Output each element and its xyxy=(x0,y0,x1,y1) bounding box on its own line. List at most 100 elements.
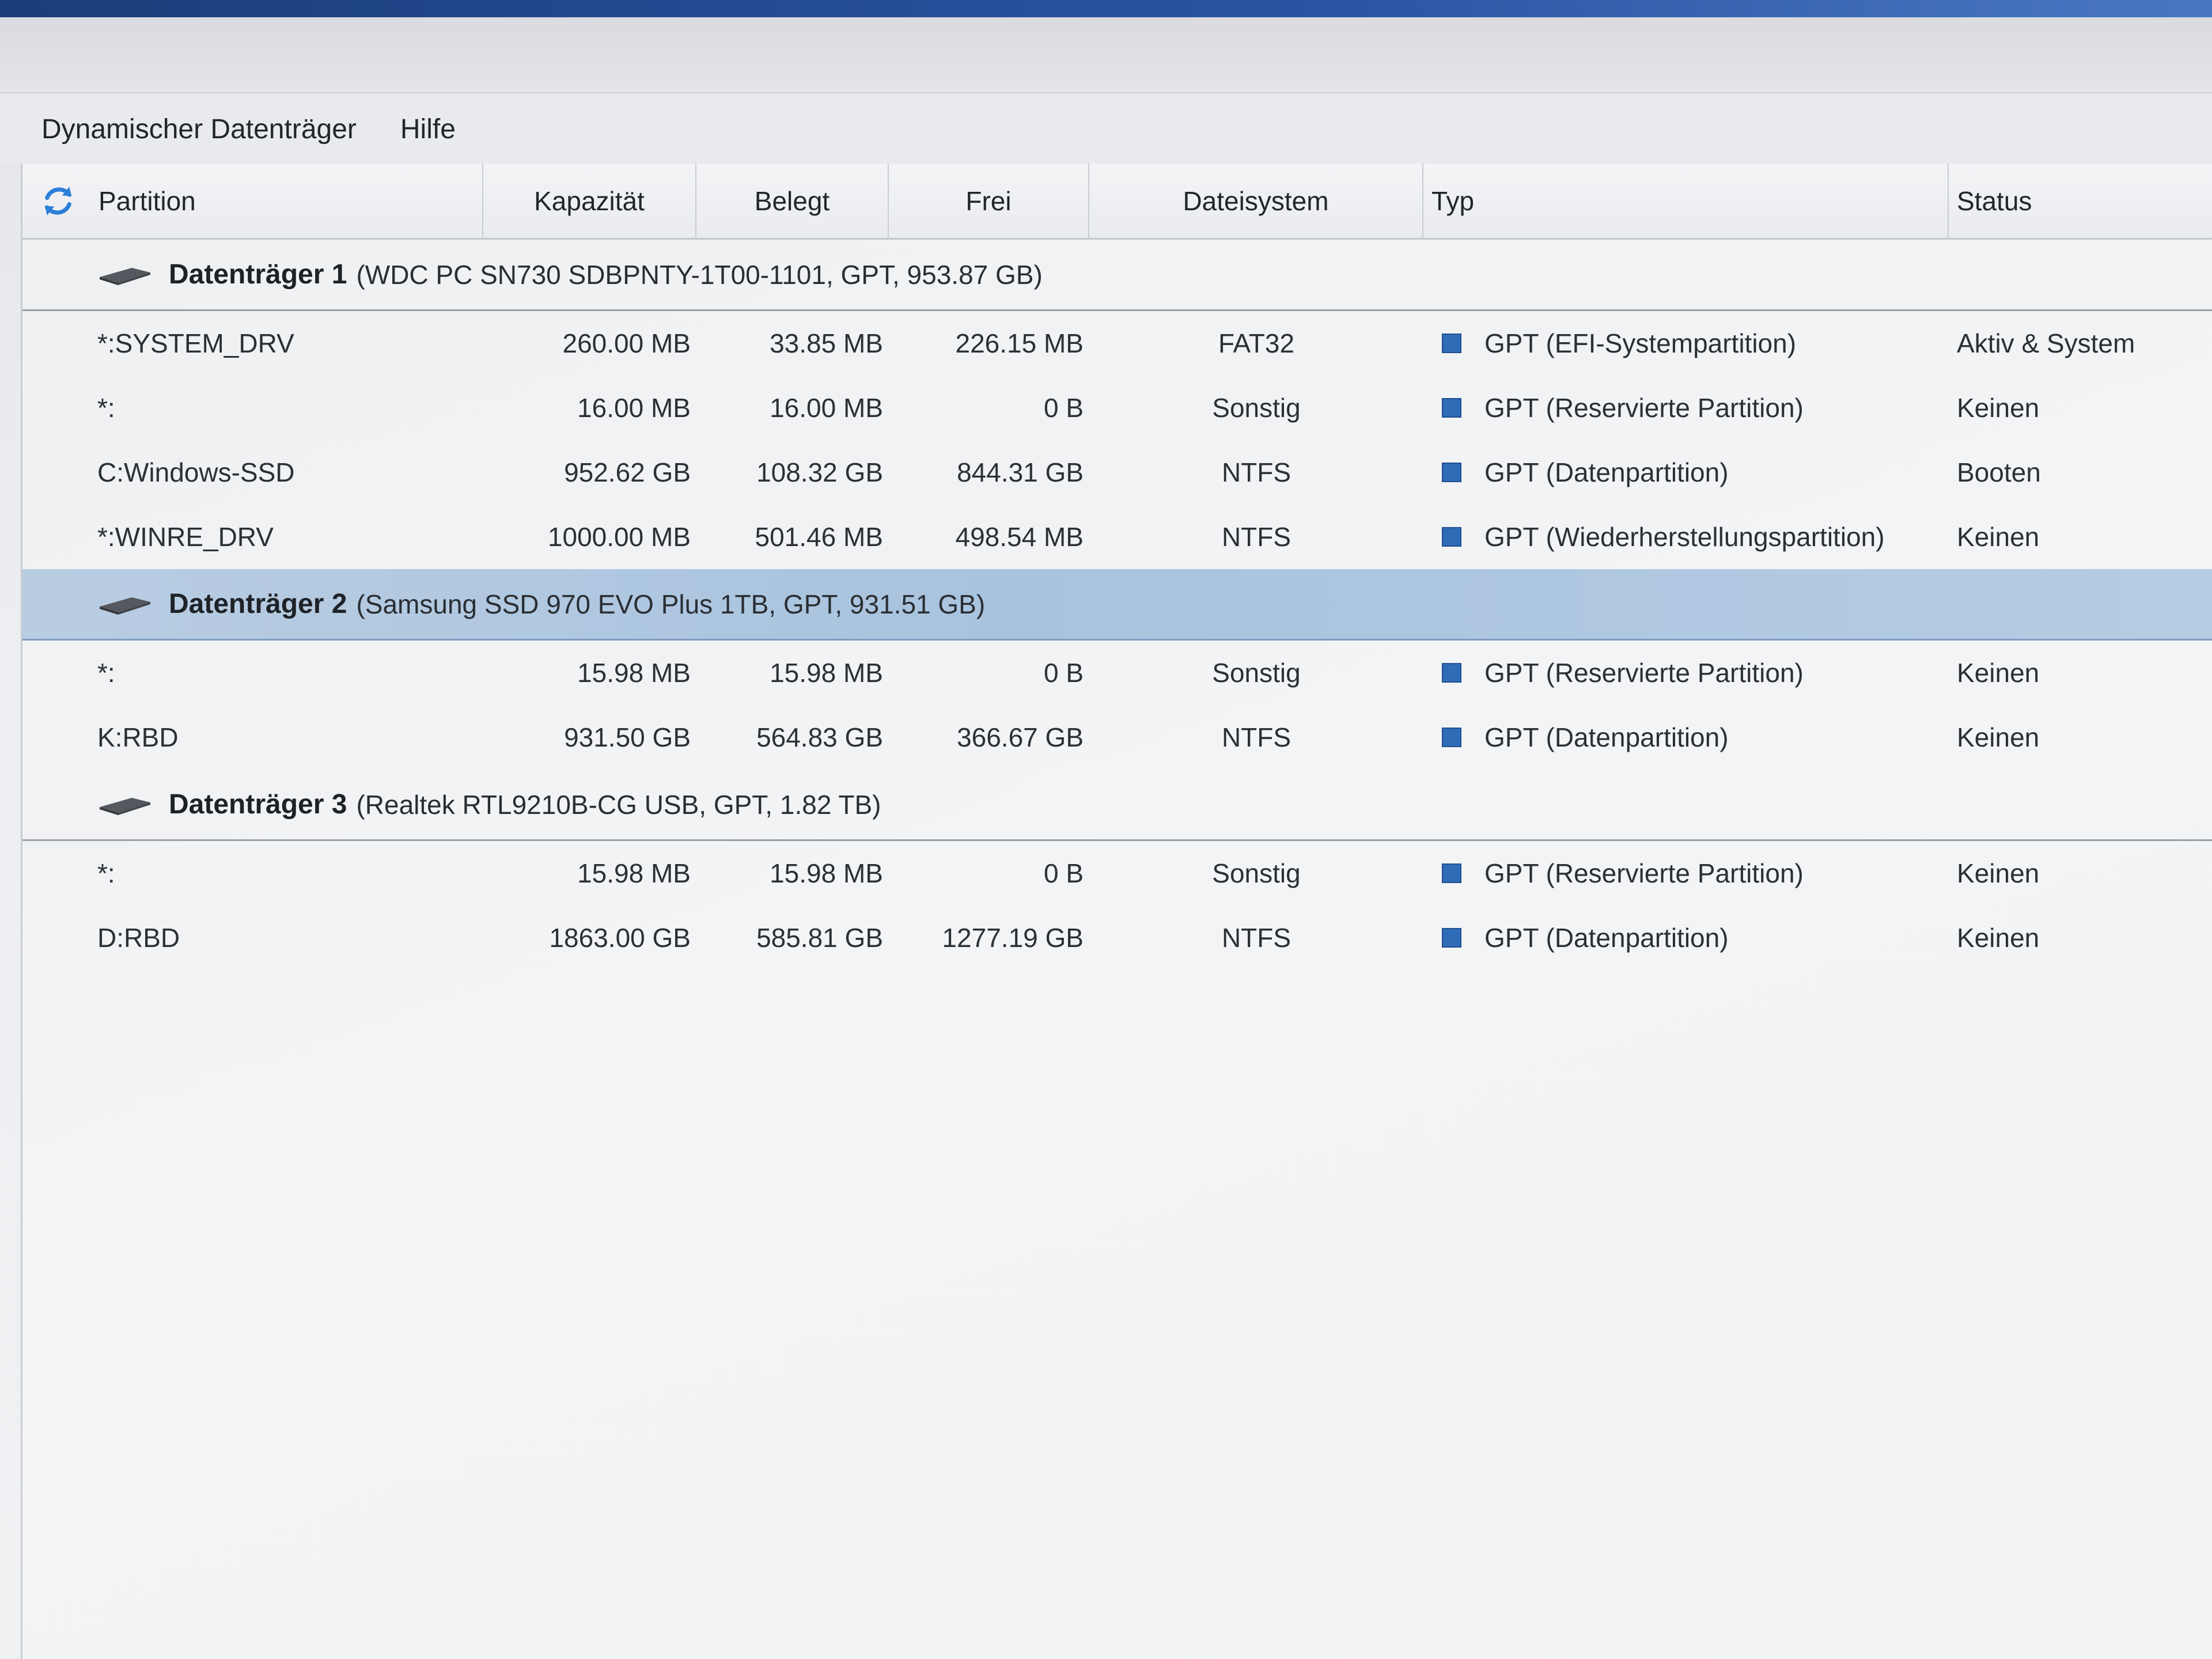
column-filesystem[interactable]: Dateisystem xyxy=(1089,162,1423,239)
partition-free: 1277.19 GB xyxy=(942,923,1084,953)
disk-partition-table: Datenträger 1 (WDC PC SN730 SDBPNTY-1T00-… xyxy=(22,240,2212,970)
column-used[interactable]: Belegt xyxy=(696,162,889,239)
partition-type: GPT (Datenpartition) xyxy=(1423,922,1949,953)
partition-free: 0 B xyxy=(1043,393,1084,423)
partition-type: GPT (Wiederherstellungspartition) xyxy=(1423,521,1949,552)
refresh-icon xyxy=(44,186,72,215)
partition-type-square-icon xyxy=(1442,527,1461,547)
partition-row[interactable]: D:RBD 1863.00 GB 585.81 GB 1277.19 GB NTFS GP… xyxy=(22,906,2212,970)
partition-name: D:RBD xyxy=(97,923,180,953)
partition-used: 108.32 GB xyxy=(756,457,883,487)
partition-used: 33.85 MB xyxy=(770,328,883,358)
partition-status: Booten xyxy=(1957,457,2041,487)
partition-status: Keinen xyxy=(1957,722,2040,752)
partition-status: Keinen xyxy=(1957,522,2040,552)
partition-free: 0 B xyxy=(1043,658,1084,688)
partition-capacity: 1000.00 MB xyxy=(547,522,691,552)
menu-bar: Dynamischer Datenträger Hilfe xyxy=(0,94,2212,164)
column-status[interactable]: Status xyxy=(1949,163,2212,239)
partition-filesystem: FAT32 xyxy=(1218,328,1295,358)
partition-filesystem: Sonstig xyxy=(1212,658,1301,688)
column-capacity[interactable]: Kapazität xyxy=(483,162,696,239)
partition-type-label: GPT (Datenpartition) xyxy=(1484,457,1729,487)
partition-used: 564.83 GB xyxy=(756,722,883,752)
partition-used: 16.00 MB xyxy=(770,393,883,423)
partition-free: 498.54 MB xyxy=(955,522,1084,552)
partition-type-label: GPT (Reservierte Partition) xyxy=(1484,658,1804,688)
partition-row[interactable]: *:SYSTEM_DRV 260.00 MB 33.85 MB 226.15 MB FA… xyxy=(22,311,2212,376)
partition-name: *:WINRE_DRV xyxy=(97,522,274,552)
partition-capacity: 15.98 MB xyxy=(577,858,691,888)
menu-help[interactable]: Hilfe xyxy=(400,113,456,145)
partition-row[interactable]: K:RBD 931.50 GB 564.83 GB 366.67 GB NTFS GPT … xyxy=(22,705,2212,770)
title-bar xyxy=(0,17,2212,93)
partition-filesystem: Sonstig xyxy=(1212,858,1301,888)
partition-type-square-icon xyxy=(1442,398,1461,418)
partition-row[interactable]: *: 15.98 MB 15.98 MB 0 B Sonstig GPT (Reservi… xyxy=(22,641,2212,705)
partition-filesystem: NTFS xyxy=(1221,522,1291,552)
partition-type-square-icon xyxy=(1442,463,1461,482)
disk-icon xyxy=(100,267,150,285)
partition-type-square-icon xyxy=(1442,928,1461,948)
partition-name: *: xyxy=(97,658,115,688)
partition-name: *: xyxy=(97,858,115,888)
partition-status: Keinen xyxy=(1957,658,2040,688)
partition-status: Keinen xyxy=(1957,858,2040,888)
partition-type: GPT (Reservierte Partition) xyxy=(1423,392,1949,423)
partition-list-panel: Partition Kapazität Belegt Frei Dateisys… xyxy=(21,162,2212,1659)
disk-icon xyxy=(100,797,150,815)
partition-type-square-icon xyxy=(1442,863,1461,883)
partition-name: *: xyxy=(97,393,115,423)
partition-type-square-icon xyxy=(1442,728,1461,747)
partition-capacity: 15.98 MB xyxy=(577,658,691,688)
partition-capacity: 16.00 MB xyxy=(577,393,691,423)
partition-type-label: GPT (EFI-Systempartition) xyxy=(1484,328,1797,358)
partition-row[interactable]: *:WINRE_DRV 1000.00 MB 501.46 MB 498.54 MB N… xyxy=(22,505,2212,569)
partition-free: 226.15 MB xyxy=(955,328,1084,358)
partition-status: Keinen xyxy=(1957,923,2040,953)
partition-type-label: GPT (Reservierte Partition) xyxy=(1484,393,1804,423)
partition-type-label: GPT (Datenpartition) xyxy=(1484,923,1729,953)
column-free[interactable]: Frei xyxy=(889,162,1089,239)
partition-row[interactable]: *: 16.00 MB 16.00 MB 0 B Sonstig GPT (Reservi… xyxy=(22,376,2212,440)
partition-name: *:SYSTEM_DRV xyxy=(97,328,294,358)
column-partition[interactable]: Partition xyxy=(94,162,483,239)
disk-detail: (WDC PC SN730 SDBPNTY-1T00-1101, GPT, 95… xyxy=(356,259,1043,290)
partition-status: Aktiv & System xyxy=(1957,328,2135,358)
partition-filesystem: Sonstig xyxy=(1212,393,1301,423)
disk-title: Datenträger 2 xyxy=(169,589,347,619)
partition-name: K:RBD xyxy=(97,722,179,752)
partition-type: GPT (Reservierte Partition) xyxy=(1423,858,1949,889)
refresh-button[interactable] xyxy=(22,163,94,239)
partition-type: GPT (Datenpartition) xyxy=(1423,457,1949,488)
partition-capacity: 952.62 GB xyxy=(564,457,691,487)
partition-used: 15.98 MB xyxy=(770,658,883,688)
partition-type-label: GPT (Datenpartition) xyxy=(1484,722,1729,752)
column-header: Partition Kapazität Belegt Frei Dateisys… xyxy=(22,162,2212,240)
partition-row[interactable]: C:Windows-SSD 952.62 GB 108.32 GB 844.31 GB… xyxy=(22,440,2212,505)
column-type[interactable]: Typ xyxy=(1423,162,1949,239)
partition-capacity: 931.50 GB xyxy=(564,722,691,752)
partition-type-label: GPT (Reservierte Partition) xyxy=(1484,858,1804,888)
partition-name: C:Windows-SSD xyxy=(97,457,295,487)
disk-row[interactable]: Datenträger 3 (Realtek RTL9210B-CG USB, G… xyxy=(22,770,2212,841)
partition-row[interactable]: *: 15.98 MB 15.98 MB 0 B Sonstig GPT (Reservi… xyxy=(22,841,2212,906)
disk-row[interactable]: Datenträger 1 (WDC PC SN730 SDBPNTY-1T00-… xyxy=(22,240,2212,311)
window-top-edge xyxy=(0,0,2212,17)
partition-used: 501.46 MB xyxy=(755,522,883,552)
disk-row[interactable]: Datenträger 2 (Samsung SSD 970 EVO Plus 1… xyxy=(22,569,2212,641)
partition-type-label: GPT (Wiederherstellungspartition) xyxy=(1484,522,1885,552)
partition-free: 844.31 GB xyxy=(957,457,1084,487)
partition-capacity: 260.00 MB xyxy=(562,328,691,358)
partition-status: Keinen xyxy=(1957,393,2040,423)
disk-title: Datenträger 3 xyxy=(169,789,347,820)
partition-filesystem: NTFS xyxy=(1221,722,1291,752)
partition-used: 585.81 GB xyxy=(756,923,883,953)
partition-free: 366.67 GB xyxy=(957,722,1084,752)
disk-title: Datenträger 1 xyxy=(169,259,347,290)
partition-type: GPT (EFI-Systempartition) xyxy=(1423,328,1949,359)
disk-detail: (Realtek RTL9210B-CG USB, GPT, 1.82 TB) xyxy=(356,789,881,820)
disk-detail: (Samsung SSD 970 EVO Plus 1TB, GPT, 931.… xyxy=(356,589,986,619)
partition-capacity: 1863.00 GB xyxy=(549,923,691,953)
menu-dynamic-disk[interactable]: Dynamischer Datenträger xyxy=(41,113,357,145)
